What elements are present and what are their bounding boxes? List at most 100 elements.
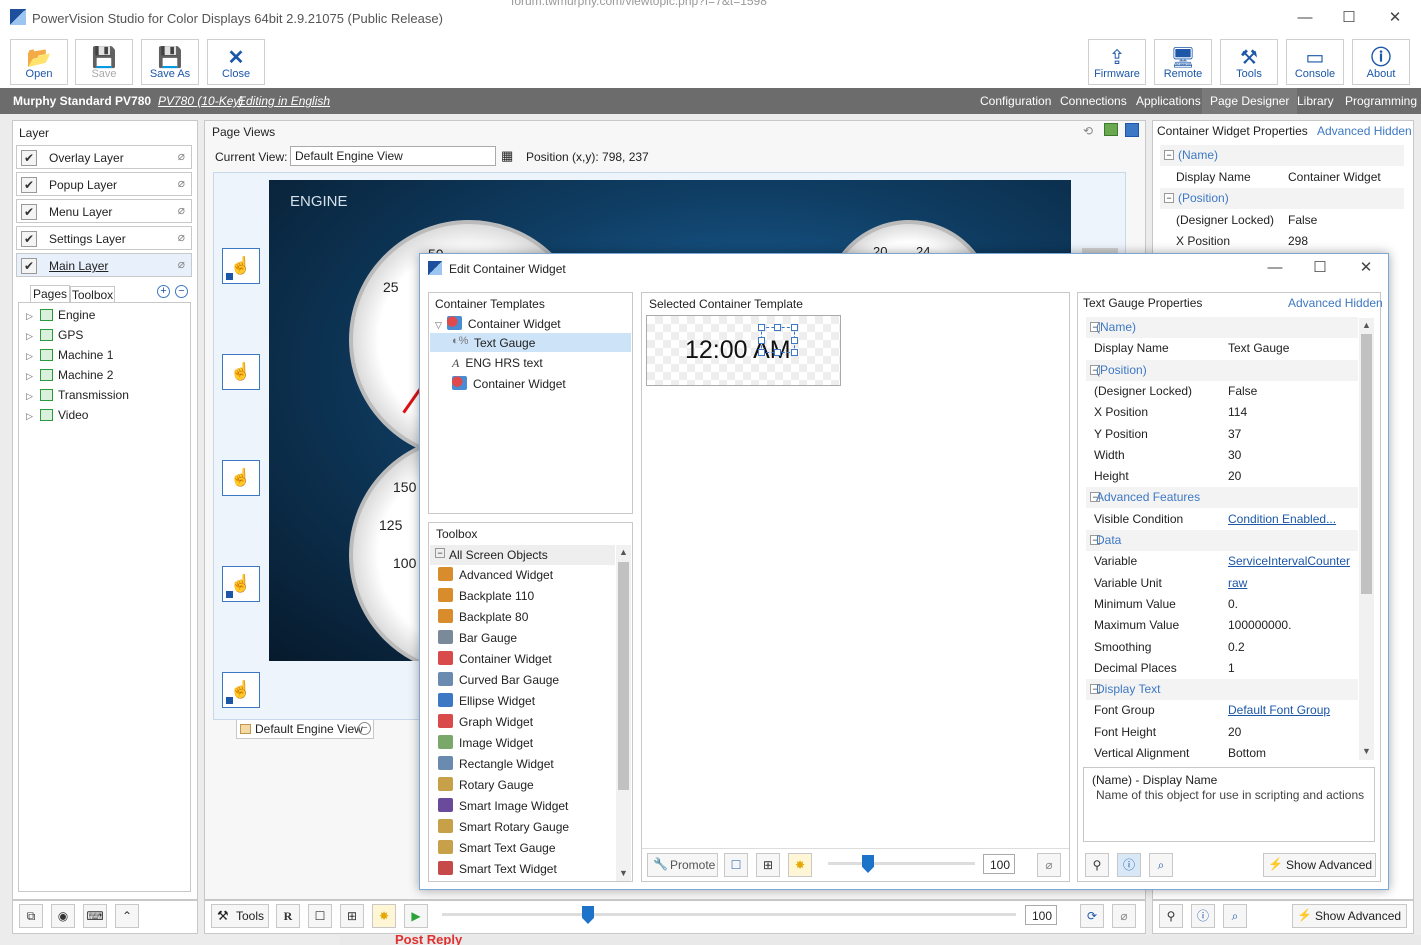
hand-tool-5[interactable]: ☝ xyxy=(222,672,260,708)
property-section-position[interactable]: − (Position) xyxy=(1160,188,1404,209)
scroll-up-icon[interactable]: ▲ xyxy=(1362,320,1371,330)
property-value[interactable]: ServiceIntervalCounter xyxy=(1228,551,1350,572)
layer-main[interactable]: ✔ Main Layer ⌀ xyxy=(16,253,192,277)
property-section-name[interactable]: − (Name) xyxy=(1160,145,1404,166)
collapse-icon[interactable]: − xyxy=(1164,150,1174,160)
add-icon[interactable]: + xyxy=(157,285,170,298)
collapse-icon[interactable]: ▽ xyxy=(435,320,442,330)
erase-icon[interactable]: ⌀ xyxy=(1037,853,1061,877)
dialog-close-icon[interactable]: ✕ xyxy=(1351,258,1381,278)
sun-icon[interactable]: ✸ xyxy=(788,853,812,877)
open-button[interactable]: 📂 Open xyxy=(10,39,68,85)
resize-handle[interactable] xyxy=(791,349,798,356)
property-row-designer-locked[interactable]: (Designer Locked) False xyxy=(1160,210,1404,231)
grid-icon[interactable]: ⊞ xyxy=(340,904,364,928)
about-button[interactable]: ⓘ About xyxy=(1352,39,1410,85)
dialog-maximize-icon[interactable]: ☐ xyxy=(1305,258,1335,278)
property-row-y-position[interactable]: Y Position 37 xyxy=(1086,424,1358,445)
property-row-font-height[interactable]: Font Height 20 xyxy=(1086,722,1358,743)
toolbox-item-bar-gauge[interactable]: Bar Gauge xyxy=(438,628,517,649)
check-icon[interactable]: ✔ xyxy=(21,150,37,166)
props-scroll-thumb[interactable] xyxy=(1361,334,1372,594)
toolbox-item-image-widget[interactable]: Image Widget xyxy=(438,733,533,754)
check-icon[interactable]: ✔ xyxy=(21,231,37,247)
resize-icon[interactable]: R xyxy=(276,904,300,928)
expand-icon[interactable]: ▷ xyxy=(26,351,36,362)
current-view-field[interactable]: Default Engine View xyxy=(290,146,496,166)
layer-menu[interactable]: ✔ Menu Layer ⌀ xyxy=(16,199,192,223)
eraser-icon[interactable]: ⌀ xyxy=(178,149,185,163)
keyboard-icon[interactable]: ⌨ xyxy=(83,904,107,928)
dialog-zoom-slider[interactable] xyxy=(828,862,975,865)
widget-icon[interactable]: ◉ xyxy=(51,904,75,928)
close-icon[interactable]: ✕ xyxy=(1380,8,1410,28)
check-icon[interactable]: ✔ xyxy=(21,177,37,193)
minimize-icon[interactable]: — xyxy=(1290,8,1320,28)
single-view-icon[interactable]: ☐ xyxy=(724,853,748,877)
property-row-smoothing[interactable]: Smoothing 0.2 xyxy=(1086,637,1358,658)
toolbox-item-smart-text-gauge[interactable]: Smart Text Gauge xyxy=(438,838,556,859)
toolbox-item-smart-image-widget[interactable]: Smart Image Widget xyxy=(438,796,568,817)
property-section-display-text[interactable]: − Display Text xyxy=(1086,679,1358,701)
tab-library[interactable]: Library xyxy=(1297,94,1334,108)
dialog-show-advanced-button[interactable]: ⚡ Show Advanced xyxy=(1263,853,1376,877)
page-transmission[interactable]: ▷ Transmission xyxy=(26,388,129,402)
info-icon[interactable]: ⓘ xyxy=(1117,853,1141,877)
expand-icon[interactable]: ▷ xyxy=(26,391,36,402)
expand-icon[interactable]: ▷ xyxy=(26,371,36,382)
property-row-width[interactable]: Width 30 xyxy=(1086,445,1358,466)
toolbox-group[interactable]: − All Screen Objects xyxy=(430,545,615,565)
page-machine-2[interactable]: ▷ Machine 2 xyxy=(26,368,113,382)
promote-button[interactable]: 🔧 Promote xyxy=(647,853,718,877)
property-row-font-group[interactable]: Font Group Default Font Group xyxy=(1086,700,1358,721)
toolbox-item-rotary-gauge[interactable]: Rotary Gauge xyxy=(438,775,534,796)
refresh-icon[interactable]: ⟳ xyxy=(1080,904,1104,928)
tab-page-designer[interactable]: Page Designer xyxy=(1202,88,1298,114)
property-row-display-name[interactable]: Display Name Text Gauge xyxy=(1086,338,1358,359)
language-link[interactable]: Editing in English xyxy=(238,94,330,108)
zoom-value[interactable]: 100 xyxy=(1025,905,1057,925)
toolbox-item-smart-text-widget[interactable]: Smart Text Widget xyxy=(438,859,557,880)
firmware-button[interactable]: ⇪ Firmware xyxy=(1088,39,1146,85)
props-advanced-link[interactable]: Advanced Hidden xyxy=(1288,296,1383,310)
resize-handle[interactable] xyxy=(774,324,781,331)
tab-programming[interactable]: Programming xyxy=(1345,94,1417,108)
search-icon[interactable]: ⌕ xyxy=(1223,904,1247,928)
advanced-hidden-link[interactable]: Advanced Hidden xyxy=(1317,124,1412,138)
expand-icon[interactable]: ▷ xyxy=(26,311,36,322)
property-row-maximum-value[interactable]: Maximum Value 100000000. xyxy=(1086,615,1358,636)
zoom-slider[interactable] xyxy=(442,913,1016,916)
eraser-icon[interactable]: ⌀ xyxy=(178,176,185,190)
collapse-icon[interactable]: ⌃ xyxy=(115,904,139,928)
eraser-icon[interactable]: ⌀ xyxy=(178,230,185,244)
play-icon[interactable]: ▶ xyxy=(404,904,428,928)
tab-connections[interactable]: Connections xyxy=(1060,94,1127,108)
hand-tool-2[interactable]: ☝ xyxy=(222,354,260,390)
toolbox-item-graph-widget[interactable]: Graph Widget xyxy=(438,712,533,733)
resize-handle[interactable] xyxy=(758,337,765,344)
tab-configuration[interactable]: Configuration xyxy=(980,94,1051,108)
calendar-icon[interactable]: ▦ xyxy=(501,148,513,164)
property-row-vertical-alignment[interactable]: Vertical Alignment Bottom xyxy=(1086,743,1358,764)
page-engine[interactable]: ▷ Engine xyxy=(26,308,95,322)
remote-button[interactable]: 🖥 Remote xyxy=(1154,39,1212,85)
expand-icon[interactable]: ▷ xyxy=(26,331,36,342)
save-button[interactable]: 💾 Save xyxy=(75,39,133,85)
info-icon[interactable]: ⓘ xyxy=(1191,904,1215,928)
tab-applications[interactable]: Applications xyxy=(1136,94,1201,108)
property-section-advanced-features[interactable]: − Advanced Features xyxy=(1086,487,1358,509)
page-machine-1[interactable]: ▷ Machine 1 xyxy=(26,348,113,362)
property-row-display-name[interactable]: Display Name Container Widget xyxy=(1160,167,1404,188)
collapse-icon[interactable]: − xyxy=(1164,193,1174,203)
show-advanced-button[interactable]: ⚡ Show Advanced xyxy=(1292,904,1407,928)
collapse-icon[interactable]: − xyxy=(435,548,445,558)
dialog-minimize-icon[interactable]: — xyxy=(1260,258,1290,278)
grid-icon[interactable]: ⊞ xyxy=(756,853,780,877)
binoculars-icon[interactable]: ⚲ xyxy=(1085,853,1109,877)
maximize-icon[interactable]: ☐ xyxy=(1334,8,1364,28)
save-as-button[interactable]: 💾 Save As xyxy=(141,39,199,85)
dialog-zoom-value[interactable]: 100 xyxy=(983,854,1015,874)
resize-handle[interactable] xyxy=(758,324,765,331)
property-section-position[interactable]: − (Position) xyxy=(1086,359,1358,381)
property-row-designer-locked[interactable]: (Designer Locked) False xyxy=(1086,381,1358,402)
